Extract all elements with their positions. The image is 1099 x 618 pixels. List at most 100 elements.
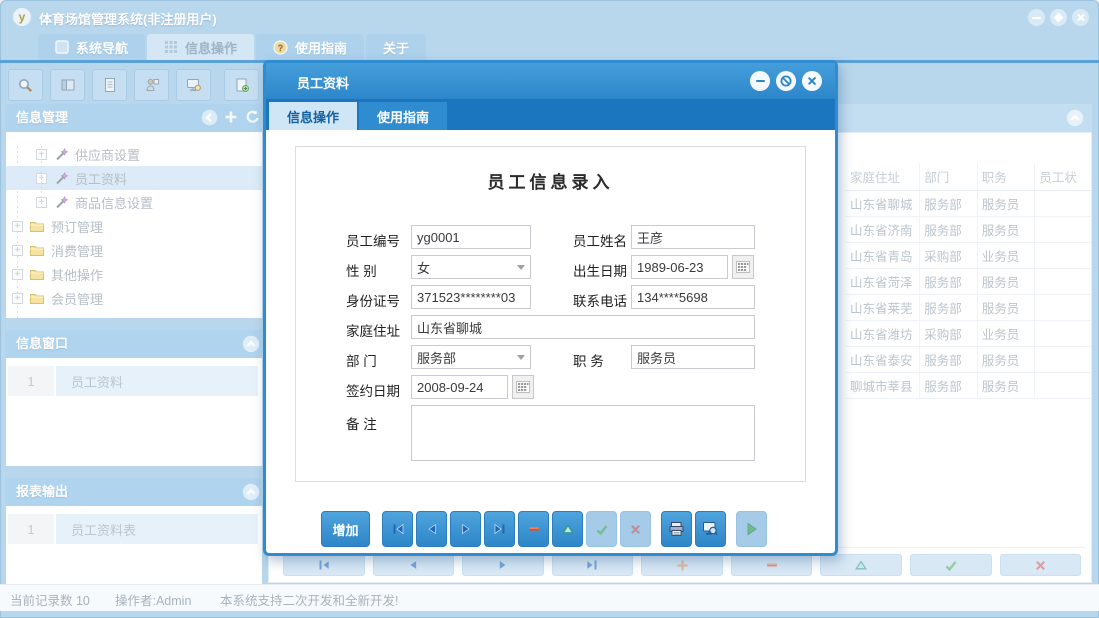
dialog-button-bar: 增加	[266, 510, 770, 548]
nav-next-button[interactable]	[450, 511, 481, 547]
id-number-input[interactable]	[411, 285, 531, 309]
job-input[interactable]	[631, 345, 755, 369]
nav-prev-button[interactable]	[416, 511, 447, 547]
tree-item-会员管理[interactable]: +会员管理	[6, 286, 262, 310]
print-button[interactable]	[661, 511, 692, 547]
address-input[interactable]	[411, 315, 755, 339]
dialog-tab-user-guide[interactable]: 使用指南	[359, 102, 447, 130]
add-panel-button[interactable]	[223, 109, 239, 126]
table-cell: 业务员	[978, 321, 1036, 346]
preview-button[interactable]	[695, 511, 726, 547]
list-item[interactable]: 1员工资料表	[8, 514, 258, 544]
confirm-button[interactable]	[586, 511, 617, 547]
table-row[interactable]: 山东省泰安服务部服务员	[846, 347, 1091, 373]
tree-item-其他操作[interactable]: +其他操作	[6, 262, 262, 286]
tree-item-预订管理[interactable]: +预订管理	[6, 214, 262, 238]
birth-date-input[interactable]	[631, 255, 728, 279]
table-cell: 服务员	[978, 217, 1036, 242]
calendar-button[interactable]	[512, 375, 534, 399]
tab-system-nav[interactable]: 系统导航	[38, 34, 145, 60]
svg-text:?: ?	[278, 42, 284, 52]
dialog-close-button[interactable]	[802, 71, 822, 91]
tree-item-员工资料[interactable]: +员工资料	[6, 166, 262, 190]
sign-date-input[interactable]	[411, 375, 508, 399]
gender-select[interactable]: 女	[411, 255, 531, 279]
collapse-panel-button[interactable]	[1066, 109, 1084, 127]
tree-item-商品信息设置[interactable]: +商品信息设置	[6, 190, 262, 214]
search-icon	[17, 77, 34, 94]
column-header[interactable]: 员工状	[1035, 163, 1091, 190]
cancel-button[interactable]	[620, 511, 651, 547]
dialog-minimize-button[interactable]	[750, 71, 770, 91]
toolbar-button-user-config[interactable]	[134, 69, 169, 101]
navigator-button-cancel[interactable]	[1000, 554, 1082, 576]
list-item[interactable]: 1员工资料	[8, 366, 258, 396]
minimize-button[interactable]	[1028, 9, 1045, 26]
navigator-button-nav-prev[interactable]	[373, 554, 455, 576]
refresh-button[interactable]	[244, 109, 260, 126]
delete-button[interactable]	[518, 511, 549, 547]
phone-input[interactable]	[631, 285, 755, 309]
column-header[interactable]: 家庭住址	[846, 163, 920, 190]
nav-last-button[interactable]	[484, 511, 515, 547]
table-cell: 山东省莱芜	[846, 295, 920, 320]
column-header[interactable]: 职务	[978, 163, 1036, 190]
toolbar-button-panel[interactable]	[50, 69, 85, 101]
tree-item-消费管理[interactable]: +消费管理	[6, 238, 262, 262]
toolbar-button-document[interactable]	[92, 69, 127, 101]
dialog-tab-info-ops[interactable]: 信息操作	[269, 102, 357, 130]
column-header[interactable]: 部门	[920, 163, 978, 190]
expand-icon[interactable]: +	[12, 221, 23, 232]
toolbar-button-doc-add[interactable]	[224, 69, 259, 101]
expand-icon[interactable]: +	[12, 293, 23, 304]
nav-tree: +供应商设置+员工资料+商品信息设置+预订管理+消费管理+其他操作+会员管理	[6, 132, 262, 318]
toolbar-button-search[interactable]	[8, 69, 43, 101]
toolbar-button-monitor[interactable]	[176, 69, 211, 101]
navigator-button-edit[interactable]	[820, 554, 902, 576]
collapse-panel-button[interactable]	[242, 335, 260, 353]
navigator-button-add[interactable]	[641, 554, 723, 576]
expand-icon[interactable]: +	[12, 269, 23, 280]
tab-about[interactable]: 关于	[366, 34, 426, 60]
birth-date-label: 出生日期	[573, 260, 627, 280]
table-row[interactable]: 山东省莱芜服务部服务员	[846, 295, 1091, 321]
panel-header-info-manage: 信息管理	[6, 104, 262, 132]
navigator-button-nav-last[interactable]	[552, 554, 634, 576]
app-window: y 体育场馆管理系统(非注册用户) 系统导航信息操作?使用指南关于 信息管理 +…	[0, 0, 1099, 618]
table-row[interactable]: 山东省聊城服务部服务员	[846, 191, 1091, 217]
expand-icon[interactable]: +	[36, 173, 47, 184]
dialog-restore-button[interactable]	[776, 71, 796, 91]
tab-info-ops[interactable]: 信息操作	[147, 34, 254, 60]
table-cell: 服务部	[920, 373, 978, 398]
navigator-button-confirm[interactable]	[910, 554, 992, 576]
note-textarea[interactable]	[411, 405, 755, 461]
department-select[interactable]: 服务部	[411, 345, 531, 369]
navigator-button-nav-first[interactable]	[283, 554, 365, 576]
expand-icon[interactable]: +	[12, 245, 23, 256]
expand-icon[interactable]: +	[36, 197, 47, 208]
dialog-title-bar: 员工资料	[266, 63, 835, 102]
table-row[interactable]: 山东省济南服务部服务员	[846, 217, 1091, 243]
tree-item-供应商设置[interactable]: +供应商设置	[6, 142, 262, 166]
table-row[interactable]: 山东省潍坊采购部业务员	[846, 321, 1091, 347]
row-number: 1	[8, 366, 54, 396]
add-button[interactable]: 增加	[321, 511, 370, 547]
emp-no-input[interactable]	[411, 225, 531, 249]
table-row[interactable]: 山东省青岛采购部业务员	[846, 243, 1091, 269]
maximize-button[interactable]	[1050, 9, 1067, 26]
collapse-left-button[interactable]	[201, 109, 218, 126]
close-button[interactable]	[1072, 9, 1089, 26]
collapse-panel-button[interactable]	[242, 483, 260, 501]
calendar-button[interactable]	[732, 255, 754, 279]
nav-first-button[interactable]	[382, 511, 413, 547]
table-row[interactable]: 山东省菏泽服务部服务员	[846, 269, 1091, 295]
navigator-button-nav-next[interactable]	[462, 554, 544, 576]
tab-user-guide[interactable]: ?使用指南	[256, 34, 364, 60]
play-green-icon	[745, 522, 758, 536]
run-button[interactable]	[736, 511, 767, 547]
table-row[interactable]: 聊城市莘县服务部服务员	[846, 373, 1091, 399]
edit-button[interactable]	[552, 511, 583, 547]
emp-name-input[interactable]	[631, 225, 755, 249]
expand-icon[interactable]: +	[36, 149, 47, 160]
navigator-button-delete[interactable]	[731, 554, 813, 576]
